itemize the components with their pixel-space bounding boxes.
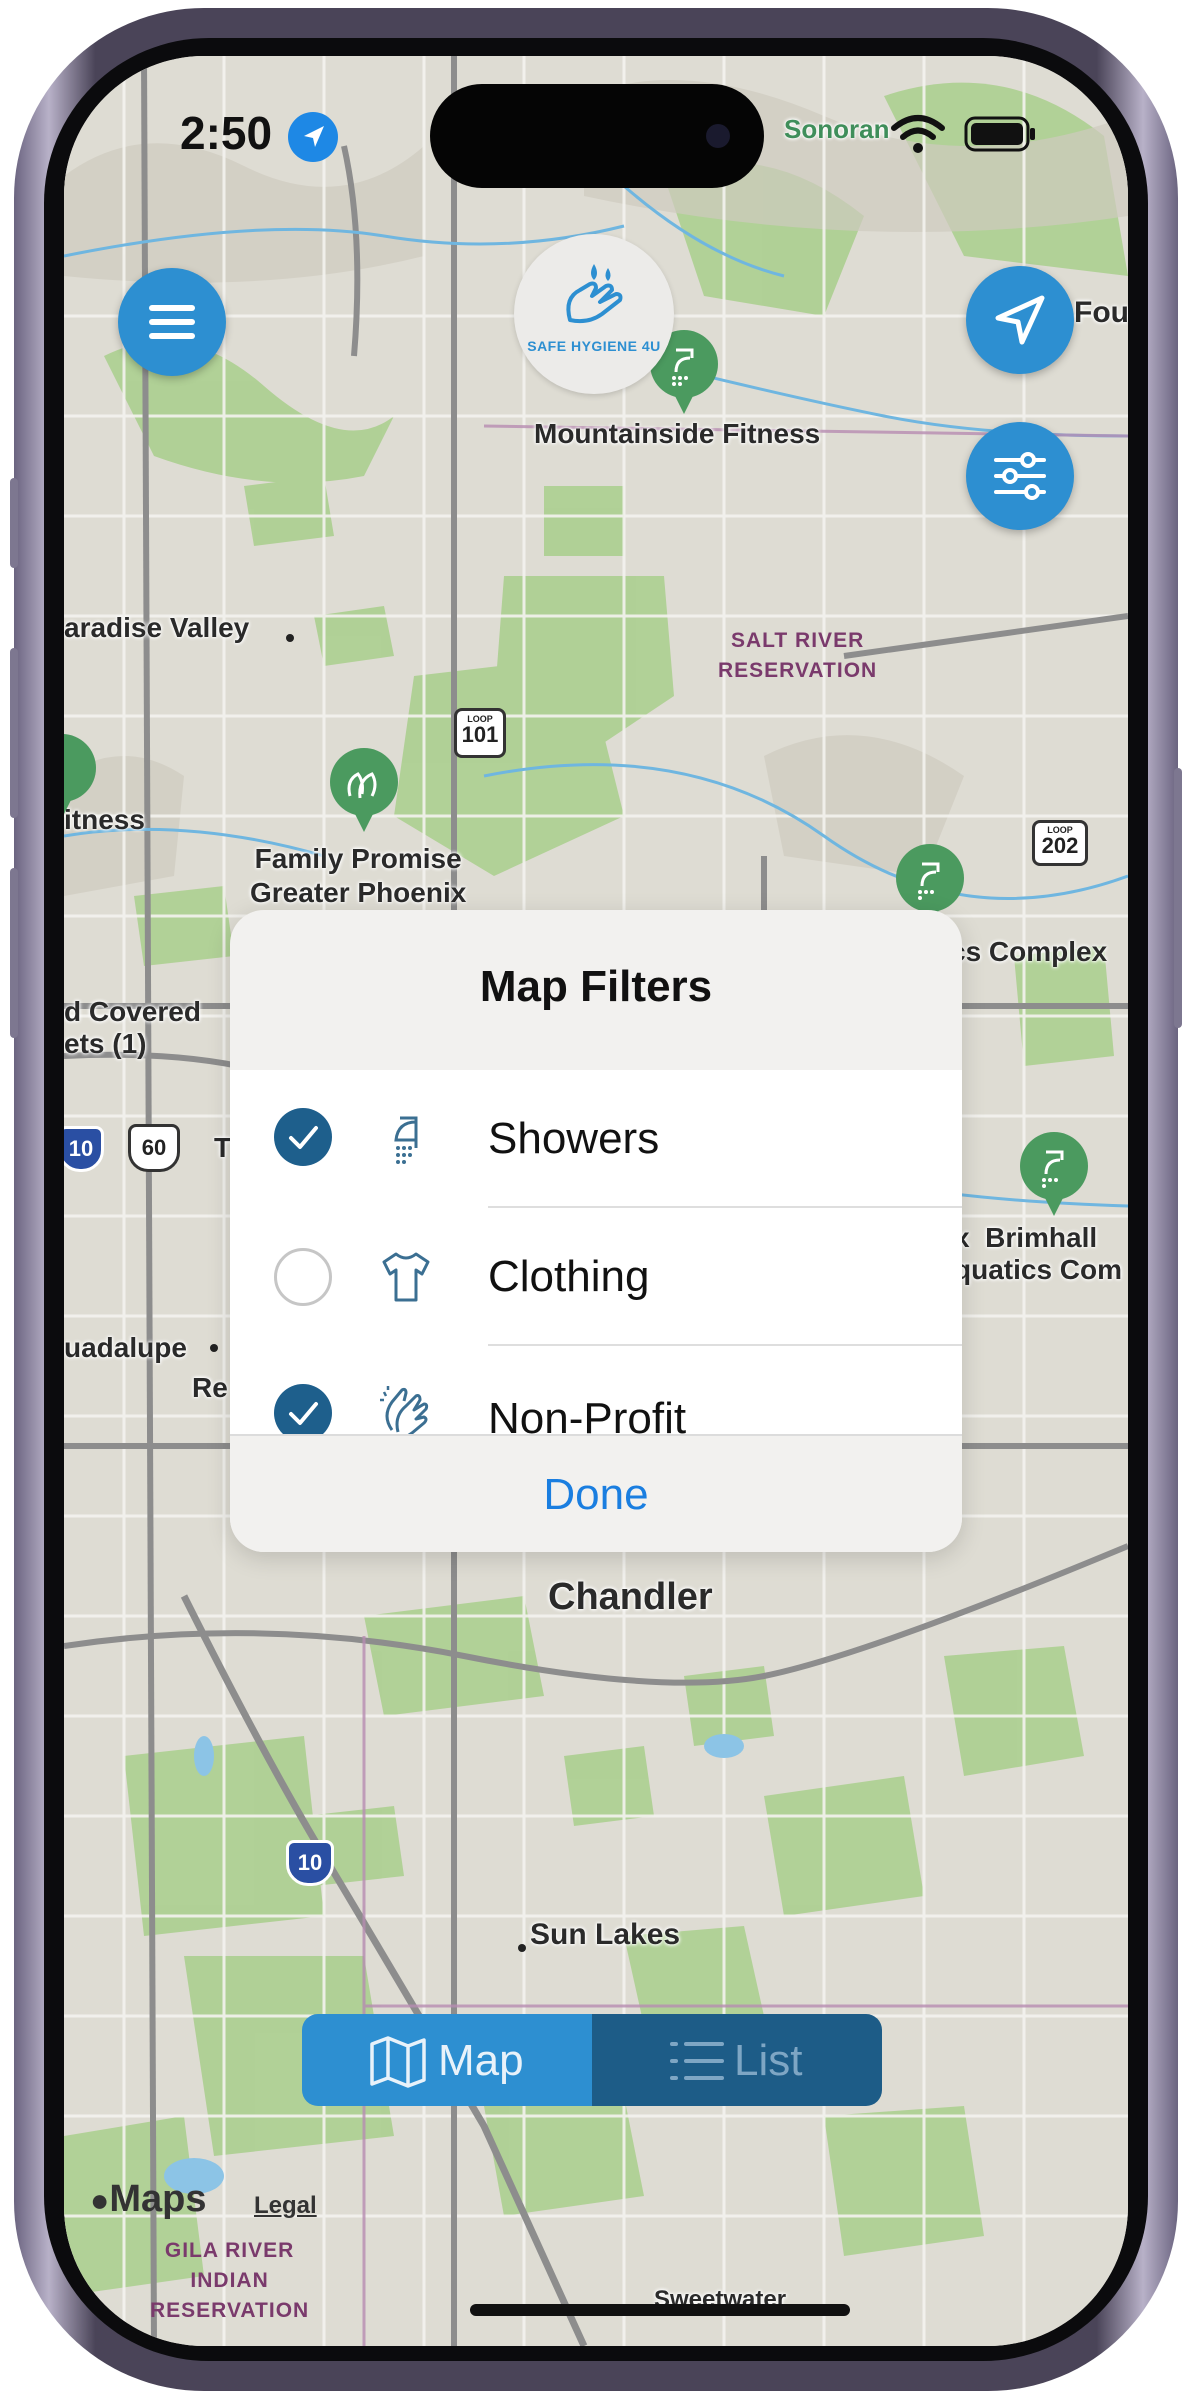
tshirt-icon [382, 1252, 430, 1302]
filter-row-clothing[interactable]: Clothing [230, 1208, 962, 1346]
loop-202-shield: LOOP 202 [1032, 820, 1088, 866]
map-label-family-promise: Family Promise Greater Phoenix [250, 843, 467, 908]
map-label-salt-river: SALT RIVER RESERVATION [718, 629, 878, 682]
action-button [10, 478, 18, 568]
clapping-hands-icon [380, 1386, 429, 1438]
sliders-icon [994, 452, 1046, 500]
map-filters-dialog: Map Filters Showers Clothing Non-Profit … [230, 910, 962, 1552]
map-label-guadalupe: uadalupe [64, 1332, 187, 1363]
volume-down-button [10, 868, 18, 1038]
city-dot [210, 1344, 218, 1352]
map-label-t: T [214, 1132, 232, 1163]
home-indicator[interactable] [470, 2304, 850, 2316]
map-label-fountain: Fou [1074, 296, 1128, 329]
logo-text: SAFE HYGIENE 4U [527, 338, 661, 354]
volume-up-button [10, 648, 18, 818]
filters-button[interactable] [966, 422, 1074, 530]
battery-icon [964, 116, 1035, 152]
location-services-icon [288, 112, 338, 162]
dialog-footer: Done [230, 1434, 962, 1552]
shower-pin[interactable] [1016, 1130, 1092, 1218]
city-dot [518, 1944, 526, 1952]
tab-map-label: Map [438, 2036, 524, 2085]
hamburger-icon [149, 305, 195, 339]
loop-101-shield: LOOP 101 [454, 708, 506, 758]
filter-label-clothing: Clothing [488, 1252, 650, 1301]
camera-icon [706, 124, 730, 148]
interstate-10-shield: 10 [64, 1126, 104, 1172]
status-time: 2:50 [180, 107, 273, 159]
city-dot [286, 634, 294, 642]
map-label-covered: d Covered ets (1) [64, 996, 201, 1059]
filter-list[interactable]: Showers Clothing Non-Profit [230, 1070, 962, 1443]
washing-hands-icon [566, 264, 623, 324]
dynamic-island [430, 84, 764, 188]
map-label-mountainside: Mountainside Fitness [534, 418, 821, 449]
screen[interactable]: Sonoran Fou Mountainside Fitness aradise… [64, 56, 1128, 2346]
checkmark-icon [289, 1126, 318, 1149]
map-label-brimhall: x Brimhall quatics Com [954, 1222, 1123, 1285]
map-label-sonoran: Sonoran [784, 114, 890, 144]
map-label-complex: cs Complex [950, 936, 1108, 967]
tab-list[interactable]: List [592, 2014, 882, 2106]
tab-list-label: List [734, 2036, 803, 2085]
map-list-toggle[interactable]: Map List [302, 2014, 882, 2106]
checked-checkbox[interactable] [274, 1108, 332, 1166]
app-logo: SAFE HYGIENE 4U [514, 234, 674, 394]
apple-logo-icon: ● [90, 2182, 110, 2218]
non-profit-pin[interactable] [326, 746, 402, 834]
unchecked-checkbox[interactable] [274, 1248, 332, 1306]
tab-map[interactable]: Map [302, 2014, 592, 2106]
map-label-re: Re [192, 1372, 228, 1403]
map-label-sun-lakes: Sun Lakes [530, 1918, 681, 1951]
power-button [1174, 768, 1182, 1028]
map-label-gila-river: GILA RIVER INDIAN RESERVATION [150, 2239, 310, 2322]
map-pin[interactable] [64, 732, 100, 820]
map-label-chandler: Chandler [548, 1576, 713, 1618]
dialog-title: Map Filters [479, 962, 713, 1011]
interstate-10-shield: 10 [286, 1840, 334, 1886]
filter-label-showers: Showers [488, 1114, 660, 1163]
recenter-location-button[interactable] [966, 266, 1074, 374]
list-icon [670, 2042, 724, 2080]
wifi-icon [891, 115, 945, 153]
map-icon [370, 2036, 426, 2088]
filter-row-showers[interactable]: Showers [230, 1070, 962, 1208]
done-button[interactable]: Done [230, 1470, 962, 1520]
shower-icon [394, 1116, 418, 1164]
menu-button[interactable] [118, 268, 226, 376]
map-label-paradise-valley: aradise Valley [64, 612, 250, 643]
legal-link[interactable]: Legal [254, 2192, 317, 2220]
us-60-shield: 60 [128, 1124, 180, 1172]
navigation-arrow-icon [995, 295, 1045, 345]
maps-attribution: ●Maps [90, 2178, 207, 2220]
